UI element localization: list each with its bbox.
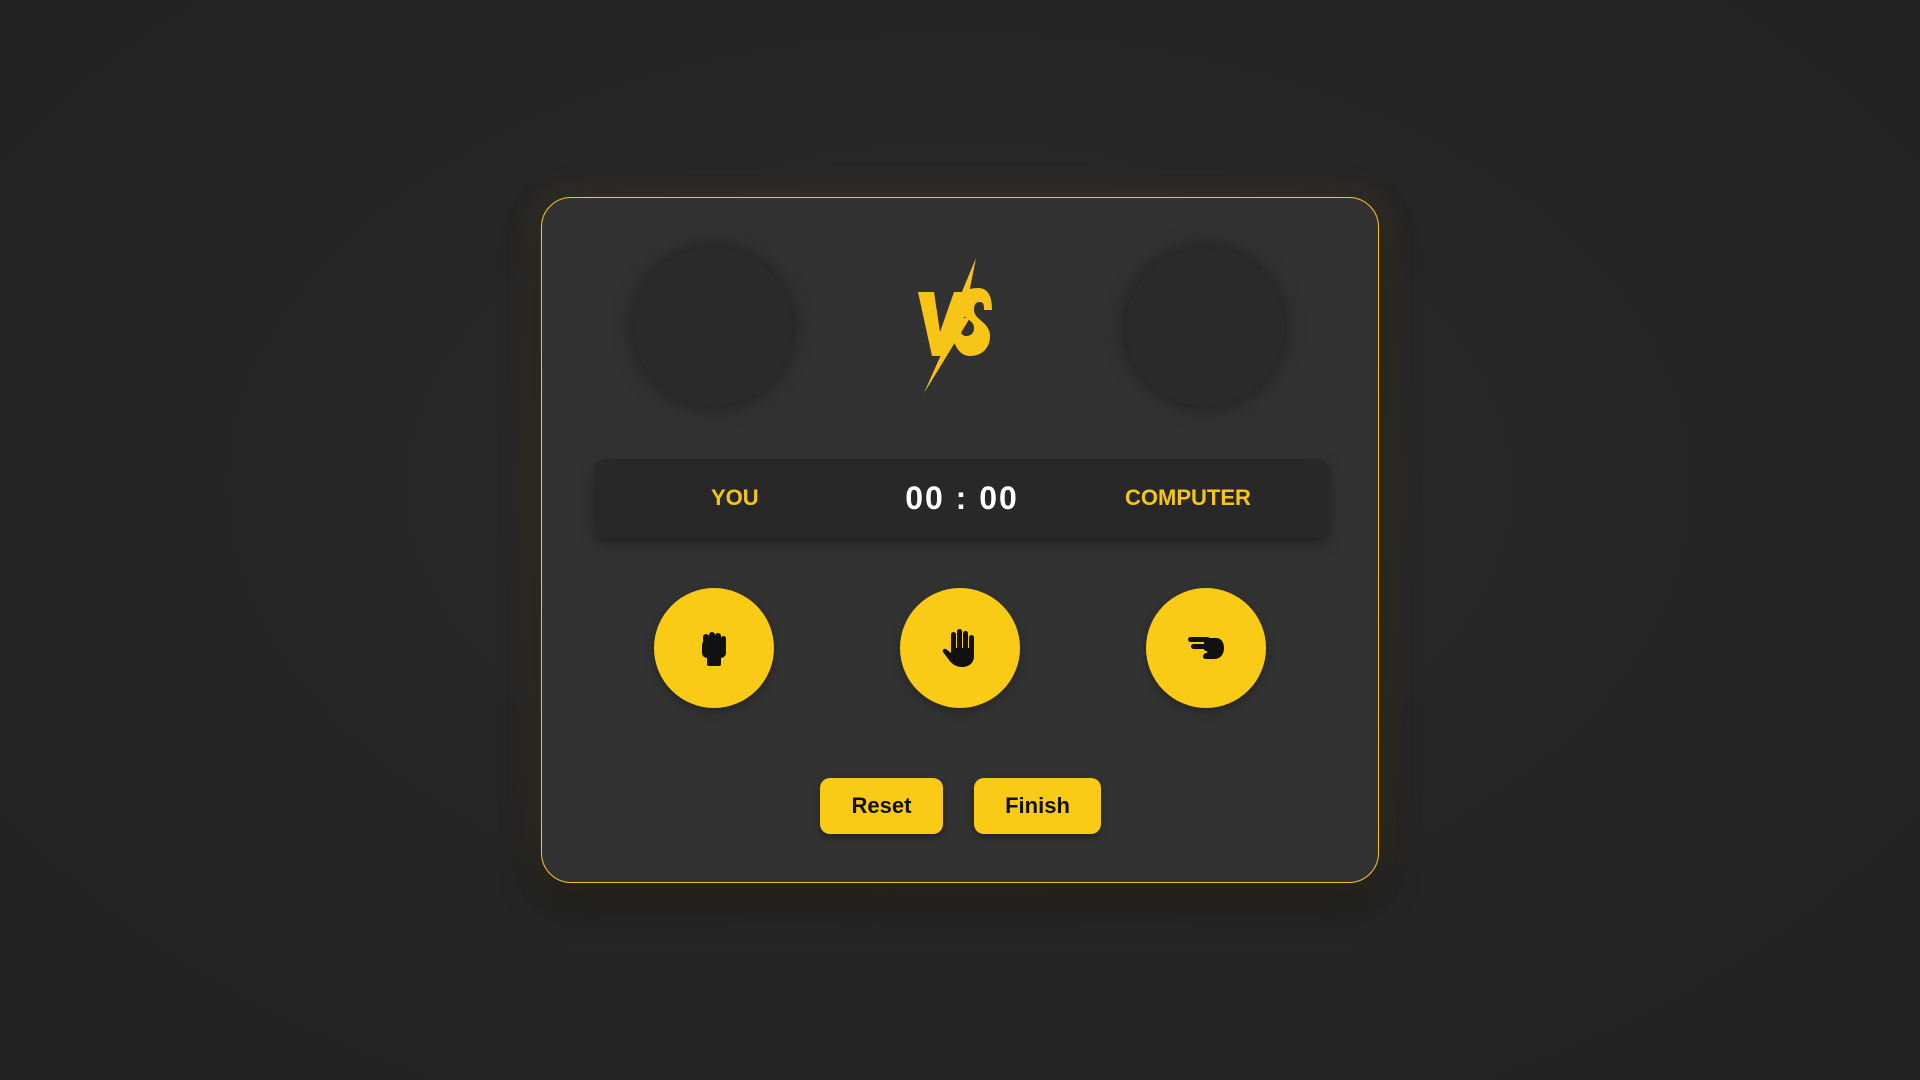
open-hand-icon — [942, 629, 974, 667]
computer-label: COMPUTER — [1125, 485, 1251, 510]
reset-button[interactable]: Reset — [820, 778, 943, 834]
computer-avatar — [1126, 248, 1284, 406]
vs-logo — [918, 258, 992, 393]
two-fingers-icon — [1188, 637, 1224, 659]
finish-button[interactable]: Finish — [974, 778, 1101, 834]
player-avatar — [634, 248, 792, 406]
scissors-button[interactable] — [1146, 588, 1266, 708]
paper-button[interactable] — [900, 588, 1020, 708]
scoreboard: YOU 00 : 00 COMPUTER — [595, 459, 1329, 537]
player-label: YOU — [711, 485, 759, 510]
fist-icon — [702, 632, 726, 666]
score-display: 00 : 00 — [905, 480, 1019, 516]
game-card: YOU 00 : 00 COMPUTER Reset Finish — [541, 197, 1379, 883]
rock-button[interactable] — [654, 588, 774, 708]
game-screen: YOU 00 : 00 COMPUTER Reset Finish — [0, 0, 1920, 1080]
